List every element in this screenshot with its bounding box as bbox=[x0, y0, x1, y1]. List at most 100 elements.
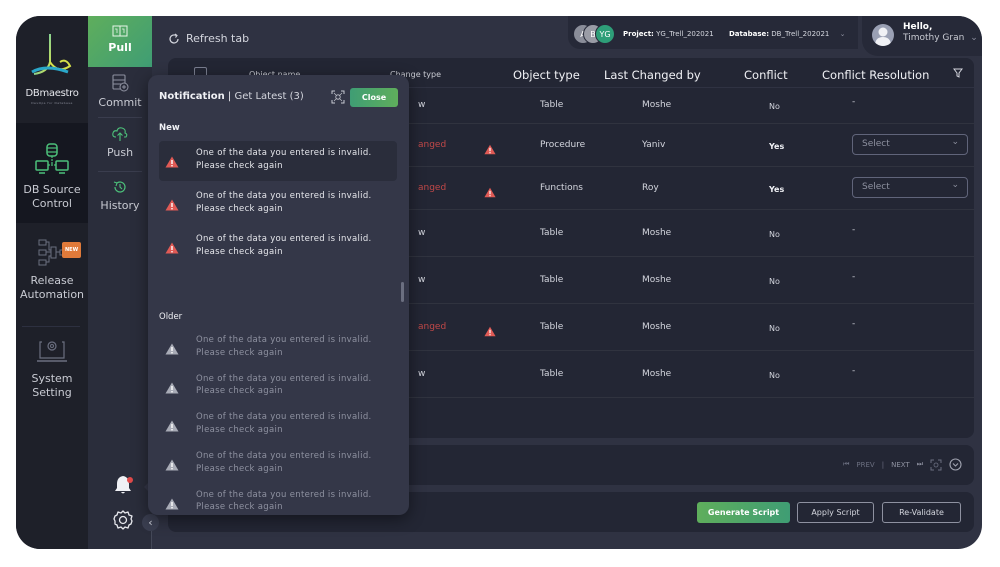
close-button[interactable]: Close bbox=[350, 88, 398, 107]
col-last-changed-by[interactable]: Last Changed by bbox=[604, 68, 701, 82]
cell-conflict-resolution: - bbox=[852, 97, 856, 107]
sub-nav-label: Push bbox=[106, 146, 134, 159]
database-network-icon bbox=[35, 143, 69, 174]
sub-nav-push[interactable]: Push bbox=[88, 126, 152, 172]
sub-nav-divider bbox=[98, 171, 142, 172]
notification-message: One of the data you entered is invalid. P… bbox=[196, 334, 372, 359]
apply-script-button[interactable]: Apply Script bbox=[797, 502, 874, 523]
notification-scrollbar[interactable] bbox=[401, 282, 404, 302]
cell-change-type: anged bbox=[418, 140, 447, 150]
collapse-panel-icon[interactable] bbox=[949, 458, 962, 471]
expand-icon[interactable] bbox=[331, 90, 345, 104]
nav-label-line2: Automation bbox=[19, 288, 85, 301]
expand-icon[interactable] bbox=[930, 459, 942, 471]
notification-item[interactable]: One of the data you entered is invalid. P… bbox=[159, 405, 397, 445]
sub-nav: Pull Commit Push History bbox=[88, 16, 152, 549]
nav-item-system-setting[interactable]: System Setting bbox=[16, 338, 88, 408]
notification-item[interactable]: One of the data you entered is invalid. P… bbox=[159, 483, 397, 515]
chevron-down-icon: ⌄ bbox=[839, 30, 846, 38]
database-selector[interactable]: Database: DB_Trell_202021 ⌄ bbox=[729, 30, 846, 38]
notification-message: One of the data you entered is invalid. P… bbox=[196, 411, 372, 436]
project-selector: A B YG Project: YG_Trell_202021 Database… bbox=[568, 16, 858, 49]
cell-last-changed-by: Moshe bbox=[642, 100, 672, 110]
user-name-text: Timothy Gran bbox=[903, 33, 965, 43]
cell-conflict-resolution: - bbox=[852, 366, 856, 376]
generate-script-button[interactable]: Generate Script bbox=[697, 502, 790, 523]
project-info[interactable]: Project: YG_Trell_202021 bbox=[623, 30, 714, 38]
member-avatar[interactable]: YG bbox=[595, 24, 615, 44]
pagination: ⏮ PREV | NEXT ⏭ bbox=[843, 458, 962, 471]
user-menu[interactable]: Hello, Timothy Gran ⌄ bbox=[862, 16, 982, 56]
cell-last-changed-by: Roy bbox=[642, 183, 659, 193]
prev-page-button[interactable]: PREV bbox=[856, 461, 874, 469]
notification-item[interactable]: One of the data you entered is invalid. P… bbox=[159, 141, 397, 181]
notification-message: One of the data you entered is invalid. P… bbox=[196, 489, 372, 514]
chevron-left-icon: ‹ bbox=[148, 516, 153, 529]
col-conflict-resolution[interactable]: Conflict Resolution bbox=[822, 68, 929, 82]
cell-conflict: No bbox=[769, 102, 780, 111]
message-line2: Please check again bbox=[196, 246, 283, 257]
conflict-resolution-select[interactable]: Select ⌄ bbox=[852, 177, 968, 198]
notification-item[interactable]: One of the data you entered is invalid. P… bbox=[159, 328, 397, 368]
notification-message: One of the data you entered is invalid. P… bbox=[196, 450, 372, 475]
title-separator: | bbox=[227, 91, 232, 102]
settings-gear-icon[interactable] bbox=[113, 510, 133, 530]
sub-nav-commit[interactable]: Commit bbox=[88, 74, 152, 122]
cell-object-type: Table bbox=[540, 322, 564, 332]
cell-change-type: w bbox=[418, 100, 426, 110]
refresh-tab-label: Refresh tab bbox=[186, 32, 250, 45]
col-conflict[interactable]: Conflict bbox=[744, 68, 788, 82]
refresh-tab-button[interactable]: Refresh tab bbox=[168, 32, 249, 45]
last-page-icon[interactable]: ⏭ bbox=[917, 460, 923, 469]
warning-icon bbox=[165, 382, 179, 394]
cell-last-changed-by: Moshe bbox=[642, 228, 672, 238]
brand-name: DBmaestro bbox=[25, 88, 79, 99]
filter-icon[interactable] bbox=[953, 68, 963, 78]
notification-item[interactable]: One of the data you entered is invalid. P… bbox=[159, 367, 397, 407]
cell-change-type: anged bbox=[418, 322, 447, 332]
message-line2: Please check again bbox=[196, 203, 283, 214]
nav-label-line1: System bbox=[31, 372, 73, 385]
sub-nav-divider bbox=[98, 117, 142, 118]
warning-icon bbox=[165, 459, 179, 471]
user-greeting: Hello, bbox=[903, 22, 933, 32]
sub-nav-label: Pull bbox=[108, 41, 132, 54]
sub-nav-history[interactable]: History bbox=[88, 179, 152, 225]
cell-last-changed-by: Moshe bbox=[642, 322, 672, 332]
next-page-button[interactable]: NEXT bbox=[891, 461, 910, 469]
cell-object-type: Table bbox=[540, 275, 564, 285]
cell-conflict: Yes bbox=[769, 142, 785, 151]
cloud-upload-icon bbox=[112, 127, 128, 141]
message-line1: One of the data you entered is invalid. bbox=[196, 412, 372, 423]
col-object-type[interactable]: Object type bbox=[513, 68, 580, 82]
conflict-resolution-select[interactable]: Select ⌄ bbox=[852, 134, 968, 155]
cell-conflict: Yes bbox=[769, 185, 785, 194]
dbmaestro-logo-icon bbox=[31, 34, 72, 75]
notification-item[interactable]: One of the data you entered is invalid. P… bbox=[159, 444, 397, 484]
revalidate-button[interactable]: Re-Validate bbox=[882, 502, 961, 523]
logo[interactable]: DBmaestro DevOps for Database bbox=[16, 16, 88, 123]
collapse-sidebar-button[interactable]: ‹ bbox=[142, 514, 159, 531]
sub-nav-pull[interactable]: Pull bbox=[88, 16, 152, 67]
notification-dot bbox=[127, 477, 133, 483]
notification-item[interactable]: One of the data you entered is invalid. P… bbox=[159, 227, 397, 267]
app-window: DBmaestro DevOps for Database DB Source … bbox=[16, 16, 982, 549]
warning-icon bbox=[165, 199, 179, 211]
history-icon bbox=[113, 181, 126, 193]
user-avatar bbox=[872, 24, 894, 46]
cell-last-changed-by: Yaniv bbox=[642, 140, 666, 150]
message-line1: One of the data you entered is invalid. bbox=[196, 373, 372, 384]
refresh-icon bbox=[169, 33, 179, 44]
chevron-down-icon: ⌄ bbox=[951, 137, 959, 147]
cell-change-type: anged bbox=[418, 183, 447, 193]
nav-divider bbox=[22, 326, 80, 327]
message-line1: One of the data you entered is invalid. bbox=[196, 234, 372, 244]
cell-conflict: No bbox=[769, 230, 780, 239]
notification-item[interactable]: One of the data you entered is invalid. P… bbox=[159, 184, 397, 224]
nav-item-db-source-control[interactable]: DB Source Control bbox=[16, 123, 88, 223]
notification-message: One of the data you entered is invalid. P… bbox=[196, 373, 372, 398]
nav-item-release-automation[interactable]: Release Automation NEW bbox=[16, 238, 88, 318]
first-page-icon[interactable]: ⏮ bbox=[843, 460, 849, 469]
warning-icon bbox=[165, 420, 179, 432]
laptop-gear-icon bbox=[37, 341, 67, 362]
